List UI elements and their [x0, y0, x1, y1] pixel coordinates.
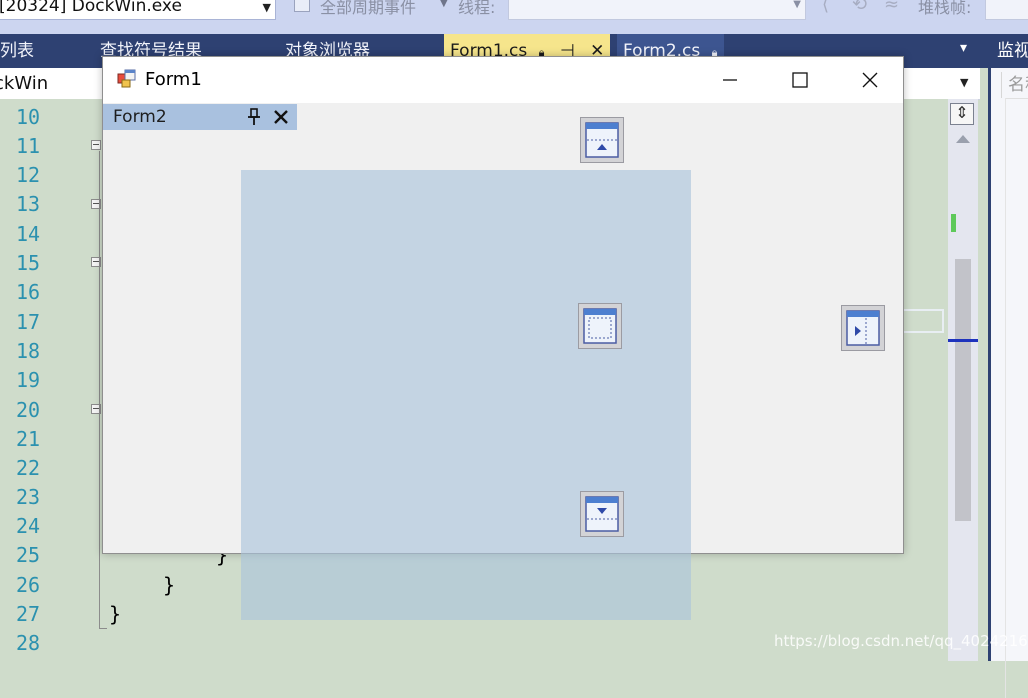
- thread-dropdown[interactable]: ▼: [508, 0, 806, 20]
- fold-guide: [99, 151, 100, 629]
- chevron-down-icon: ▼: [793, 0, 801, 10]
- pin-icon[interactable]: [247, 108, 261, 126]
- lifecycle-events-dropdown[interactable]: 全部周期事件: [320, 0, 416, 18]
- process-dropdown-value: [20324] DockWin.exe: [0, 0, 182, 16]
- line-number: 12: [16, 163, 41, 187]
- minimize-icon: [723, 79, 737, 81]
- line-number: 16: [16, 280, 41, 304]
- divider: [1005, 98, 1006, 698]
- chevron-down-icon: ▼: [262, 1, 271, 14]
- code-brace: }: [109, 602, 122, 626]
- dock-center-button[interactable]: [578, 303, 622, 349]
- line-number: 11: [16, 134, 41, 158]
- line-number: 21: [16, 427, 41, 451]
- form-app-icon: [117, 69, 136, 88]
- line-number: 15: [16, 251, 41, 275]
- line-number: 23: [16, 485, 41, 509]
- line-number: 28: [16, 631, 41, 655]
- scrollbar-thumb[interactable]: [955, 259, 971, 521]
- dock-bottom-button[interactable]: [580, 491, 624, 537]
- class-dropdown[interactable]: ckWin: [0, 68, 48, 99]
- debug-toolbar: [20324] DockWin.exe ▼ 全部周期事件 ▼ 线程: ▼ ⟨ ⟲…: [0, 0, 1028, 34]
- chevron-down-icon[interactable]: ▼: [960, 76, 968, 89]
- line-number: 19: [16, 368, 41, 392]
- line-number: 27: [16, 602, 41, 626]
- caret-position-marker: [948, 339, 978, 342]
- class-dropdown-value: ckWin: [0, 73, 49, 94]
- maximize-icon: [792, 72, 808, 88]
- dock-right-icon: [846, 310, 880, 346]
- maximize-button[interactable]: [765, 57, 835, 103]
- dock-preview-area: [241, 170, 691, 620]
- line-number: 17: [16, 310, 41, 334]
- close-icon[interactable]: [273, 109, 289, 125]
- line-number: 18: [16, 339, 41, 363]
- dock-top-icon: [585, 122, 619, 158]
- line-number: 26: [16, 573, 41, 597]
- fold-guide: [99, 628, 107, 629]
- filter-icon[interactable]: ⟨: [822, 0, 829, 15]
- dock-right-button[interactable]: [841, 305, 885, 351]
- form2-pane-header[interactable]: Form2: [103, 104, 297, 130]
- dock-top-button[interactable]: [580, 117, 624, 163]
- split-view-button[interactable]: ⇕: [950, 103, 974, 125]
- line-number: 20: [16, 398, 41, 422]
- close-icon: [862, 72, 878, 88]
- chevron-down-icon: ▼: [440, 0, 448, 9]
- toggle-flag-icon[interactable]: ⟲: [852, 0, 867, 15]
- minimize-button[interactable]: [695, 57, 765, 103]
- tab-list[interactable]: 列表: [0, 34, 34, 68]
- dock-tabbed-icon: [583, 308, 617, 344]
- line-number: 10: [16, 105, 41, 129]
- line-number: 25: [16, 543, 41, 567]
- scroll-up-icon[interactable]: [956, 135, 970, 143]
- stack-frame-label: 堆栈帧:: [918, 0, 972, 17]
- line-number: 13: [16, 192, 41, 216]
- show-threads-icon[interactable]: ≈: [884, 0, 899, 15]
- code-brace: }: [163, 573, 176, 597]
- change-marker: [951, 214, 956, 232]
- form2-pane-title: Form2: [113, 107, 167, 127]
- divider: [1005, 98, 1028, 99]
- watch-panel: 监视 名称: [988, 34, 1028, 698]
- close-button[interactable]: [835, 57, 905, 103]
- line-number: 24: [16, 514, 41, 538]
- stack-frame-dropdown[interactable]: [985, 0, 1028, 20]
- watch-panel-title: 监视: [991, 34, 1028, 68]
- dock-bottom-icon: [585, 496, 619, 532]
- line-number: 22: [16, 456, 41, 480]
- collapse-icon[interactable]: [91, 140, 101, 150]
- vertical-scrollbar[interactable]: ⇕: [948, 99, 978, 661]
- watch-name-column-header[interactable]: 名称: [1001, 72, 1028, 98]
- lifecycle-events-icon[interactable]: [294, 0, 310, 12]
- tab-overflow-icon[interactable]: ▾: [960, 40, 967, 56]
- thread-label: 线程:: [458, 0, 496, 17]
- process-dropdown[interactable]: [20324] DockWin.exe ▼: [0, 0, 276, 20]
- form1-title: Form1: [145, 69, 202, 90]
- watermark: https://blog.csdn.net/qq_40242160: [774, 632, 1028, 650]
- line-number: 14: [16, 222, 41, 246]
- form1-title-bar[interactable]: Form1: [103, 57, 903, 103]
